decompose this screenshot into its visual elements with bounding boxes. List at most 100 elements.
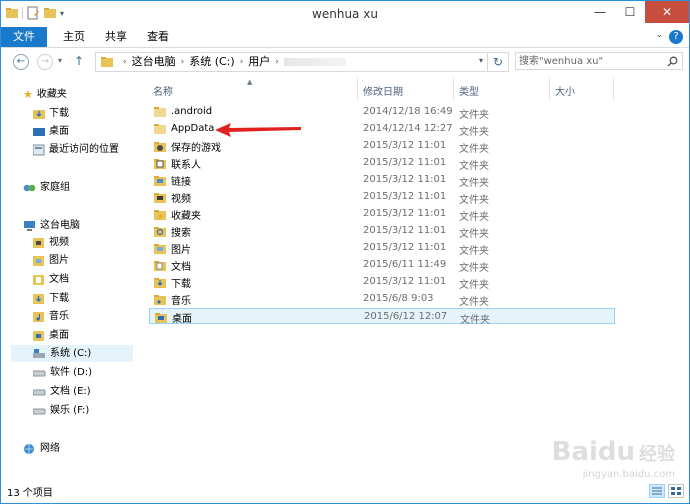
search-box bbox=[515, 52, 683, 70]
file-date: 2015/3/12 11:01 bbox=[363, 242, 447, 253]
close-button[interactable]: ✕ bbox=[645, 1, 689, 23]
file-name: 链接 bbox=[171, 177, 191, 188]
forward-button[interactable]: → bbox=[37, 54, 53, 70]
table-row[interactable]: 搜索 2015/3/12 11:01 文件夹 bbox=[149, 223, 615, 240]
column-divider[interactable] bbox=[357, 77, 358, 101]
address-bar[interactable]: › 这台电脑 › 系统 (C:) › 用户 › ▾ bbox=[95, 52, 488, 72]
table-row[interactable]: 联系人 2015/3/12 11:01 文件夹 bbox=[149, 155, 615, 172]
table-row[interactable]: 链接 2015/3/12 11:01 文件夹 bbox=[149, 172, 615, 189]
file-type: 文件夹 bbox=[459, 195, 489, 206]
file-type: 文件夹 bbox=[459, 178, 489, 189]
column-divider[interactable] bbox=[613, 77, 614, 101]
tab-share[interactable]: 共享 bbox=[99, 27, 133, 47]
nav-item-music[interactable]: 音乐 bbox=[33, 308, 69, 325]
nav-item-desktop[interactable]: 桌面 bbox=[33, 123, 69, 140]
table-row[interactable]: 保存的游戏 2015/3/12 11:01 文件夹 bbox=[149, 138, 615, 155]
documents-folder-icon bbox=[33, 274, 44, 285]
breadcrumb-item-users[interactable]: 用户 bbox=[248, 53, 270, 71]
file-name-cell: 桌面 bbox=[154, 310, 192, 325]
nav-item-d-drive[interactable]: 软件 (D:) bbox=[33, 364, 92, 381]
nav-item-c-drive[interactable]: 系统 (C:) bbox=[11, 345, 133, 362]
minimize-button[interactable]: — bbox=[585, 1, 615, 23]
maximize-button[interactable]: ☐ bbox=[615, 1, 645, 23]
refresh-button[interactable]: ↻ bbox=[487, 52, 509, 72]
large-icons-view-icon bbox=[671, 487, 681, 495]
nav-item-label: 下载 bbox=[49, 108, 69, 119]
search-icon[interactable] bbox=[667, 56, 678, 67]
nav-item-documents[interactable]: 文档 bbox=[33, 271, 69, 288]
search-input[interactable] bbox=[519, 54, 659, 68]
column-divider[interactable] bbox=[549, 77, 550, 101]
large-icons-view-button[interactable] bbox=[668, 484, 684, 498]
nav-item-desktop-pc[interactable]: 桌面 bbox=[33, 327, 69, 344]
nav-favorites[interactable]: ★ 收藏夹 bbox=[23, 86, 67, 103]
file-type: 文件夹 bbox=[459, 280, 489, 291]
minimize-icon: — bbox=[594, 5, 606, 19]
arrow-right-icon: → bbox=[40, 56, 50, 67]
folder-icon bbox=[154, 278, 166, 288]
chevron-right-icon[interactable]: › bbox=[181, 53, 185, 71]
column-header-name[interactable]: 名称 bbox=[153, 83, 173, 98]
folder-icon bbox=[101, 57, 113, 67]
nav-homegroup[interactable]: 家庭组 bbox=[23, 179, 70, 196]
close-icon: ✕ bbox=[661, 5, 673, 19]
table-row[interactable]: 图片 2015/3/12 11:01 文件夹 bbox=[149, 240, 615, 257]
file-name: 下载 bbox=[171, 279, 191, 290]
file-date: 2014/12/14 12:27 bbox=[363, 123, 453, 134]
file-date: 2015/3/12 11:01 bbox=[363, 191, 447, 202]
nav-item-label: 桌面 bbox=[49, 126, 69, 137]
details-view-button[interactable] bbox=[649, 484, 665, 498]
nav-item-f-drive[interactable]: 娱乐 (F:) bbox=[33, 402, 89, 419]
column-header-date[interactable]: 修改日期 bbox=[363, 83, 403, 98]
red-arrow-annotation bbox=[215, 123, 301, 137]
back-button[interactable]: ← bbox=[13, 54, 29, 70]
table-row[interactable]: .android 2014/12/18 16:49 文件夹 bbox=[149, 104, 615, 121]
file-name: 视频 bbox=[171, 194, 191, 205]
nav-item-e-drive[interactable]: 文档 (E:) bbox=[33, 383, 91, 400]
breadcrumb-item-thispc[interactable]: 这台电脑 bbox=[132, 53, 176, 71]
nav-item-downloads-pc[interactable]: 下载 bbox=[33, 290, 69, 307]
table-row[interactable]: 文档 2015/6/11 11:49 文件夹 bbox=[149, 257, 615, 274]
address-dropdown-icon[interactable]: ▾ bbox=[479, 56, 483, 65]
nav-network-label: 网络 bbox=[40, 443, 60, 454]
table-row[interactable]: 视频 2015/3/12 11:01 文件夹 bbox=[149, 189, 615, 206]
nav-favorites-label: 收藏夹 bbox=[36, 89, 67, 100]
up-button[interactable]: ↑ bbox=[71, 54, 87, 70]
nav-item-label: 图片 bbox=[49, 255, 69, 266]
chevron-right-icon[interactable]: › bbox=[240, 53, 244, 71]
column-divider[interactable] bbox=[453, 77, 454, 101]
nav-item-pictures[interactable]: 图片 bbox=[33, 252, 69, 269]
help-icon[interactable]: ? bbox=[669, 30, 683, 44]
table-row[interactable]: 桌面 2015/6/12 12:07 文件夹 bbox=[149, 308, 615, 326]
file-date: 2015/6/12 12:07 bbox=[364, 311, 448, 322]
nav-item-recent[interactable]: 最近访问的位置 bbox=[33, 141, 119, 158]
tab-file[interactable]: 文件 bbox=[1, 27, 47, 47]
expand-ribbon-icon[interactable]: ⌄ bbox=[655, 30, 663, 40]
nav-network[interactable]: 网络 bbox=[23, 440, 60, 457]
nav-thispc[interactable]: 这台电脑 bbox=[23, 217, 80, 234]
column-header-type[interactable]: 类型 bbox=[459, 83, 479, 98]
table-row[interactable]: ★ 收藏夹 2015/3/12 11:01 文件夹 bbox=[149, 206, 615, 223]
tab-view[interactable]: 查看 bbox=[141, 27, 175, 47]
nav-item-videos[interactable]: 视频 bbox=[33, 234, 69, 251]
recent-places-icon bbox=[33, 144, 45, 155]
column-header-size[interactable]: 大小 bbox=[555, 83, 575, 98]
homegroup-icon bbox=[23, 184, 36, 191]
file-type: 文件夹 bbox=[459, 212, 489, 223]
file-type: 文件夹 bbox=[459, 263, 489, 274]
file-name: 搜索 bbox=[171, 228, 191, 239]
file-name-cell: 视频 bbox=[153, 190, 191, 205]
nav-item-downloads[interactable]: 下载 bbox=[33, 105, 69, 122]
table-row[interactable]: 音乐 2015/6/8 9:03 文件夹 bbox=[149, 291, 615, 308]
breadcrumb-item-c-drive[interactable]: 系统 (C:) bbox=[189, 53, 234, 71]
file-date: 2015/6/8 9:03 bbox=[363, 293, 434, 304]
navigation-bar: ← → ▾ ↑ › 这台电脑 › 系统 (C:) › 用户 › ▾ ↻ bbox=[1, 48, 689, 76]
nav-item-label: 软件 (D:) bbox=[50, 367, 93, 378]
folder-icon bbox=[154, 193, 166, 203]
recent-locations-icon[interactable]: ▾ bbox=[58, 56, 62, 65]
nav-homegroup-label: 家庭组 bbox=[40, 182, 70, 193]
table-row[interactable]: 下载 2015/3/12 11:01 文件夹 bbox=[149, 274, 615, 291]
chevron-right-icon[interactable]: › bbox=[275, 53, 279, 71]
svg-text:★: ★ bbox=[157, 212, 164, 221]
tab-home[interactable]: 主页 bbox=[57, 27, 91, 47]
